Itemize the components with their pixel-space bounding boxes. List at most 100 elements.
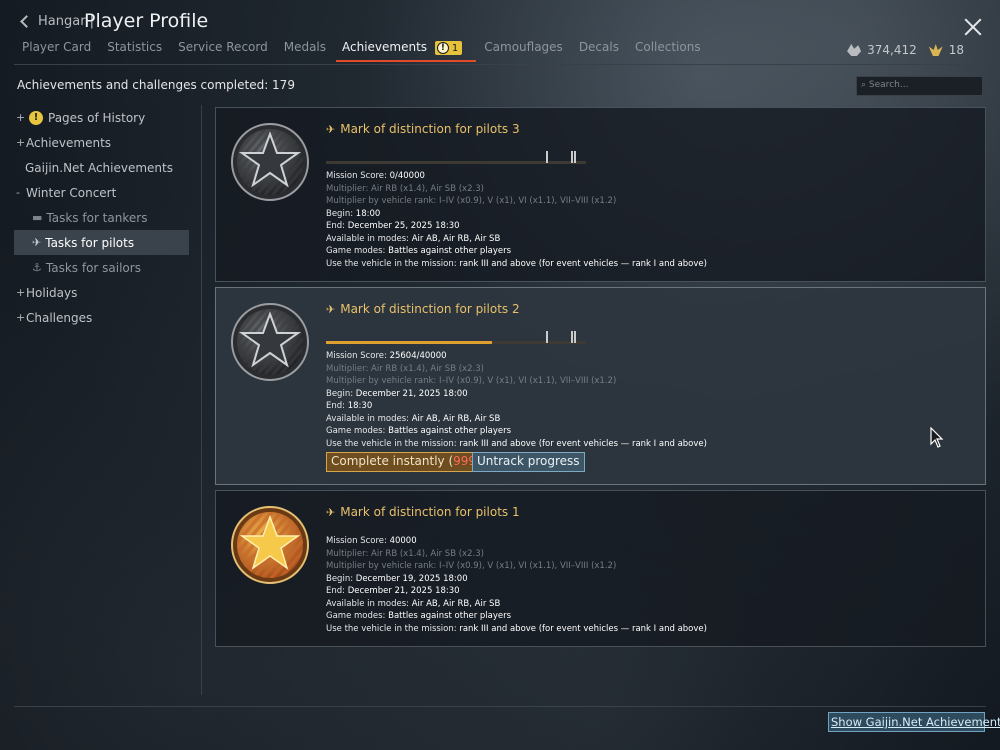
silver-lions-amount: 374,412 — [867, 43, 917, 57]
expand-toggle: + — [16, 286, 26, 299]
modes-label: Available in modes: — [326, 233, 410, 244]
score-label: Mission Score: — [326, 171, 387, 181]
achievement-title: ✈ Mark of distinction for pilots 2 — [326, 302, 520, 316]
progress-tick — [546, 151, 548, 163]
plane-icon: ✈ — [326, 505, 336, 519]
achievement-details: Mission Score: 40000 Multiplier: Air RB … — [326, 535, 707, 635]
search-input[interactable]: ⌕ Search... — [856, 76, 983, 96]
begin-label: Begin: — [326, 573, 354, 584]
modes-label: Available in modes: — [326, 413, 410, 424]
complete-instantly-button[interactable]: Complete instantly (999♦) — [326, 452, 495, 472]
achievement-card-pilots-3[interactable]: ✈ Mark of distinction for pilots 3 Missi… — [215, 107, 986, 282]
achievement-card-pilots-2[interactable]: ✈ Mark of distinction for pilots 2 Missi… — [215, 287, 986, 485]
multiplier-text: Multiplier: Air RB (x1.4), Air SB (x2.3) — [326, 183, 484, 194]
modes-label: Available in modes: — [326, 598, 410, 609]
tab-service-record[interactable]: Service Record — [178, 40, 268, 62]
score-label: Mission Score: — [326, 351, 387, 361]
sidebar: + ! Pages of History + Achievements Gaij… — [14, 105, 189, 330]
progress-tick — [546, 331, 548, 343]
currency-display: 374,412 18 — [847, 43, 964, 57]
show-gaijin-net-achievements-button[interactable]: Show Gaijin.Net Achievements — [828, 712, 1000, 732]
sidebar-item-label: Pages of History — [48, 110, 146, 125]
gold-star-medal-icon — [231, 506, 309, 584]
silver-lions-icon — [847, 44, 862, 56]
complete-label: Complete instantly ( — [331, 454, 454, 468]
achievement-title-text: Mark of distinction for pilots 1 — [340, 505, 520, 519]
progress-tick — [571, 151, 573, 163]
sidebar-item-achievements[interactable]: + Achievements — [14, 130, 189, 155]
achievement-title: ✈ Mark of distinction for pilots 1 — [326, 505, 520, 519]
sidebar-item-gaijin-net[interactable]: Gaijin.Net Achievements — [14, 155, 189, 180]
vehicle-label: Use the vehicle in the mission: — [326, 258, 457, 269]
game-modes-label: Game modes: — [326, 426, 386, 436]
achievement-title-text: Mark of distinction for pilots 2 — [340, 302, 520, 316]
grey-star-medal-icon — [231, 123, 309, 201]
vehicle-value: rank III and above (for event vehicles —… — [459, 438, 707, 449]
end-value: December 25, 2025 18:30 — [347, 221, 460, 231]
vehicle-label: Use the vehicle in the mission: — [326, 438, 457, 449]
exclamation-icon: ! — [436, 42, 449, 54]
rank-multiplier-text: Multiplier by vehicle rank: I–IV (x0.9),… — [326, 561, 617, 571]
game-modes-label: Game modes: — [326, 246, 386, 256]
progress-fill — [326, 341, 493, 344]
begin-label: Begin: — [326, 388, 354, 399]
achievement-title-text: Mark of distinction for pilots 3 — [340, 122, 520, 136]
tab-medals[interactable]: Medals — [284, 40, 326, 62]
plane-icon: ✈ — [326, 122, 336, 136]
achievement-card-pilots-1[interactable]: ✈ Mark of distinction for pilots 1 Missi… — [215, 490, 986, 647]
end-value: December 21, 2025 18:30 — [347, 586, 460, 596]
search-icon: ⌕ — [861, 80, 867, 90]
untrack-progress-button[interactable]: Untrack progress — [472, 452, 585, 472]
mouse-cursor-icon — [930, 427, 944, 448]
sidebar-item-challenges[interactable]: + Challenges — [14, 305, 189, 330]
score-label: Mission Score: — [326, 536, 387, 546]
badge-count: 1 — [451, 42, 459, 54]
tab-statistics[interactable]: Statistics — [107, 40, 162, 62]
tab-camouflages[interactable]: Camouflages — [484, 40, 563, 62]
game-modes-value: Battles against other players — [388, 426, 512, 436]
expand-toggle: + — [16, 311, 26, 324]
achievement-details: Mission Score: 0/40000 Multiplier: Air R… — [326, 170, 707, 270]
completion-summary: Achievements and challenges completed: 1… — [17, 78, 295, 92]
close-icon[interactable] — [964, 18, 982, 36]
sidebar-item-holidays[interactable]: + Holidays — [14, 280, 189, 305]
end-value: 18:30 — [347, 401, 373, 411]
sidebar-item-label: Tasks for tankers — [46, 210, 148, 225]
sidebar-item-pilots[interactable]: ✈ Tasks for pilots — [14, 230, 189, 255]
begin-value: December 21, 2025 18:00 — [355, 388, 468, 399]
expand-toggle: + — [16, 111, 26, 124]
end-label: End: — [326, 221, 346, 231]
rank-multiplier-text: Multiplier by vehicle rank: I–IV (x0.9),… — [326, 376, 617, 386]
tab-player-card[interactable]: Player Card — [22, 40, 91, 62]
notification-badge: ! 1 — [434, 41, 463, 55]
tab-decals[interactable]: Decals — [579, 40, 619, 62]
footer-divider — [14, 706, 986, 707]
game-modes-value: Battles against other players — [388, 611, 512, 621]
tab-collections[interactable]: Collections — [635, 40, 701, 62]
multiplier-text: Multiplier: Air RB (x1.4), Air SB (x2.3) — [326, 548, 484, 559]
sidebar-item-winter-concert[interactable]: - Winter Concert — [14, 180, 189, 205]
sidebar-item-label: Challenges — [26, 310, 93, 325]
achievement-details: Mission Score: 25604/40000 Multiplier: A… — [326, 350, 707, 450]
end-label: End: — [326, 586, 346, 596]
begin-value: 18:00 — [355, 208, 381, 219]
sidebar-item-pages-of-history[interactable]: + ! Pages of History — [14, 105, 189, 130]
progress-tick — [574, 151, 576, 163]
grey-star-medal-icon — [231, 303, 309, 381]
chevron-left-icon — [20, 15, 33, 28]
vehicle-value: rank III and above (for event vehicles —… — [459, 258, 707, 269]
end-label: End: — [326, 401, 346, 411]
achievement-title: ✈ Mark of distinction for pilots 3 — [326, 122, 520, 136]
sidebar-item-label: Winter Concert — [26, 185, 117, 200]
header: Hangar | Player Profile Player Card Stat… — [0, 0, 1000, 64]
collapse-toggle: - — [16, 186, 20, 199]
sidebar-item-sailors[interactable]: ⚓ Tasks for sailors — [14, 255, 189, 280]
tab-achievements[interactable]: Achievements ! 1 — [336, 40, 477, 62]
modes-value: Air AB, Air RB, Air SB — [411, 413, 501, 424]
plane-icon: ✈ — [32, 236, 42, 249]
progress-tick — [571, 331, 573, 343]
sidebar-item-tankers[interactable]: ▬ Tasks for tankers — [14, 205, 189, 230]
golden-eagles-icon — [928, 44, 943, 56]
modes-value: Air AB, Air RB, Air SB — [411, 598, 501, 609]
begin-label: Begin: — [326, 208, 354, 219]
